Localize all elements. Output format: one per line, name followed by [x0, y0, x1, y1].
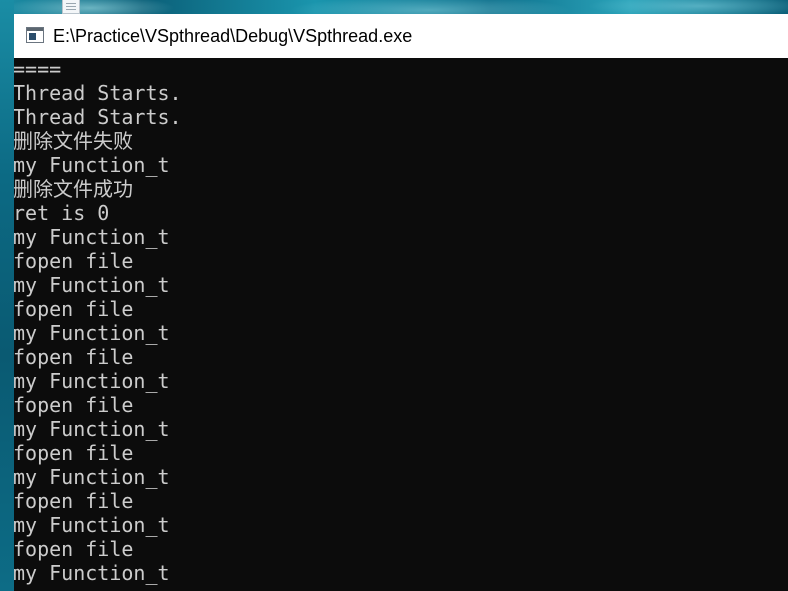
console-line: my Function_t — [14, 561, 170, 585]
console-line: my Function_t — [14, 465, 170, 489]
console-line: fopen file — [14, 489, 134, 513]
console-line: fopen file — [14, 441, 134, 465]
console-line: Thread Starts. — [14, 105, 182, 129]
console-line: my Function_t — [14, 321, 170, 345]
console-line: fopen file — [14, 297, 134, 321]
console-line: 删除文件成功 — [14, 177, 133, 201]
console-line: my Function_t — [14, 513, 170, 537]
console-line: fopen file — [14, 249, 134, 273]
console-line: ==== — [14, 58, 62, 81]
console-line: Thread Starts. — [14, 81, 182, 105]
console-output[interactable]: ==== Thread Starts. Thread Starts. 删除文件失败 my… — [14, 58, 788, 591]
console-line: my Function_t — [14, 225, 170, 249]
console-line: ret is 0 — [14, 201, 110, 225]
console-window[interactable]: E:\Practice\VSpthread\Debug\VSpthread.ex… — [14, 14, 788, 591]
console-line: fopen file — [14, 393, 134, 417]
console-line: my Function_t — [14, 369, 170, 393]
title-bar[interactable]: E:\Practice\VSpthread\Debug\VSpthread.ex… — [14, 14, 788, 58]
console-line: my Function_t — [14, 417, 170, 441]
console-line: fopen file — [14, 537, 134, 561]
console-app-icon[interactable] — [26, 27, 44, 43]
console-line: my Function_t — [14, 273, 170, 297]
console-line: fopen file — [14, 345, 134, 369]
console-lines: ==== Thread Starts. Thread Starts. 删除文件失败 my… — [14, 58, 182, 585]
console-line: 删除文件失败 — [14, 129, 133, 153]
console-app-icon-bar — [27, 28, 43, 31]
desktop-file-icon[interactable] — [62, 0, 80, 14]
window-title: E:\Practice\VSpthread\Debug\VSpthread.ex… — [53, 26, 413, 46]
console-line: my Function_t — [14, 153, 170, 177]
console-app-icon-screen — [29, 33, 36, 40]
desktop-background-left-strip — [0, 0, 14, 591]
